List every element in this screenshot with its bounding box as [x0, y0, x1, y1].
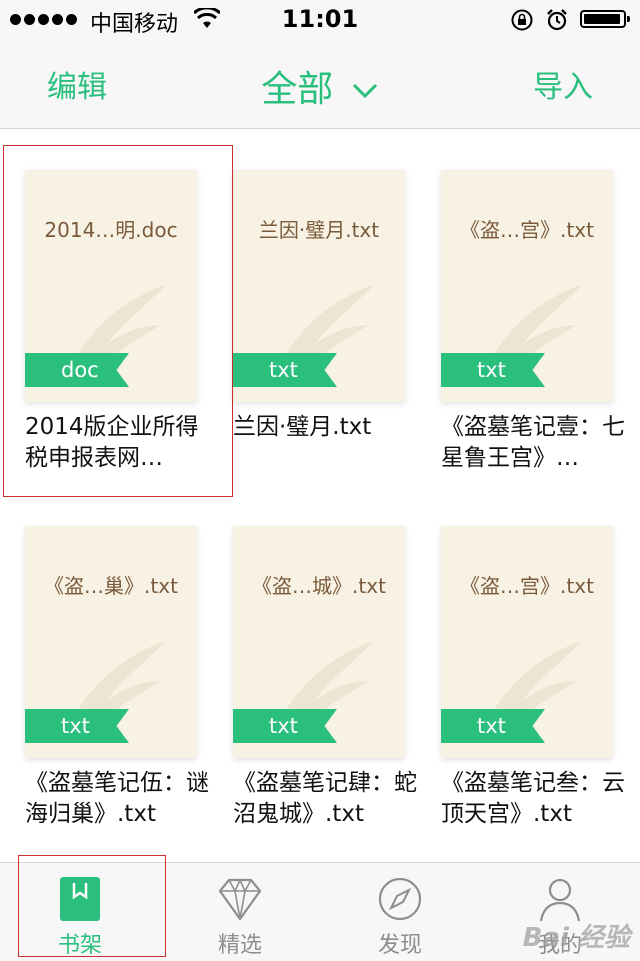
tab-label: 书架 — [57, 933, 102, 958]
tab-featured[interactable]: 精选 — [160, 863, 320, 961]
file-type-tag: txt — [233, 709, 337, 743]
cover-title: 《盗…宫》.txt — [460, 574, 594, 598]
book-cover: 《盗…宫》.txt txt — [441, 526, 613, 758]
file-type-tag: txt — [25, 709, 129, 743]
status-time: 11:01 — [281, 5, 359, 33]
file-type-tag: txt — [441, 353, 545, 387]
file-type-tag: txt — [441, 709, 545, 743]
nav-bar: 编辑 全部 导入 — [0, 40, 640, 129]
diamond-icon — [218, 878, 262, 921]
book-cover: 《盗…城》.txt txt — [233, 526, 405, 758]
book-name: 《盗墓笔记伍：谜海归巢》.txt — [25, 770, 209, 827]
cover-title: 《盗…巢》.txt — [44, 574, 178, 598]
tab-label: 精选 — [217, 933, 262, 958]
compass-icon — [378, 877, 422, 921]
book-cover: 《盗…宫》.txt txt — [441, 170, 613, 402]
book-name: 《盗墓笔记叁：云顶天宫》.txt — [441, 770, 625, 827]
rotation-lock-icon — [511, 9, 533, 31]
tab-discover[interactable]: 发现 — [320, 863, 480, 961]
book-name: 《盗墓笔记肆：蛇沼鬼城》.txt — [233, 770, 417, 827]
tab-bar: 书架 精选 发现 我的 — [0, 862, 640, 961]
file-type-tag: doc — [25, 353, 129, 387]
book-name: 兰因·璧月.txt — [233, 414, 372, 440]
cover-title: 兰因·璧月.txt — [258, 218, 380, 242]
book-cover: 兰因·璧月.txt txt — [233, 170, 405, 402]
bookmark-book-icon — [60, 877, 100, 921]
chevron-down-icon — [352, 83, 377, 99]
alarm-icon — [547, 9, 567, 31]
book-cover: 《盗…巢》.txt txt — [25, 526, 197, 758]
tab-bookshelf[interactable]: 书架 — [0, 863, 160, 961]
book-name: 《盗墓笔记壹：七星鲁王宫》… — [441, 414, 625, 471]
cover-title: 《盗…城》.txt — [252, 574, 386, 598]
battery-icon — [580, 10, 630, 28]
tab-label: 我的 — [537, 933, 582, 958]
tab-mine[interactable]: 我的 — [480, 863, 640, 961]
user-icon — [539, 878, 581, 922]
category-title: 全部 — [261, 69, 334, 110]
file-type-tag: txt — [233, 353, 337, 387]
cover-title: 《盗…宫》.txt — [460, 218, 594, 242]
book-name: 2014版企业所得税申报表网… — [25, 414, 199, 471]
status-bar: 中国移动 11:01 — [0, 0, 640, 40]
import-button[interactable]: 导入 — [533, 62, 593, 106]
cover-title: 2014…明.doc — [44, 218, 178, 242]
tab-label: 发现 — [377, 933, 422, 958]
book-cover: 2014…明.doc doc — [25, 170, 197, 402]
